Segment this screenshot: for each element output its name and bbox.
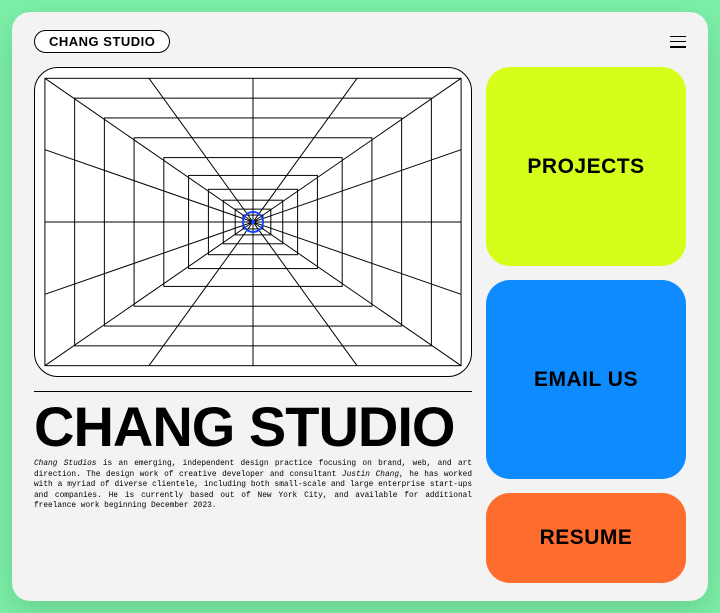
right-column: PROJECTS EMAIL US RESUME [486,67,686,583]
page-title: CHANG STUDIO [34,400,472,453]
main-grid: CHANG STUDIO Chang Studios is an emergin… [34,67,686,583]
logo-button[interactable]: CHANG STUDIO [34,30,170,53]
intro-person-name: Justin Chang [342,471,399,479]
left-column: CHANG STUDIO Chang Studios is an emergin… [34,67,472,583]
app-window: CHANG STUDIO [12,12,708,601]
intro-text: Chang Studios is an emerging, independen… [34,459,472,512]
email-button[interactable]: EMAIL US [486,280,686,479]
resume-button[interactable]: RESUME [486,493,686,583]
intro-studio-name: Chang Studios [34,460,96,468]
title-block: CHANG STUDIO Chang Studios is an emergin… [34,391,472,512]
topbar: CHANG STUDIO [34,30,686,53]
hamburger-icon[interactable] [670,36,686,48]
perspective-hero [34,67,472,377]
cursor-indicator-icon [242,211,264,233]
projects-button[interactable]: PROJECTS [486,67,686,266]
